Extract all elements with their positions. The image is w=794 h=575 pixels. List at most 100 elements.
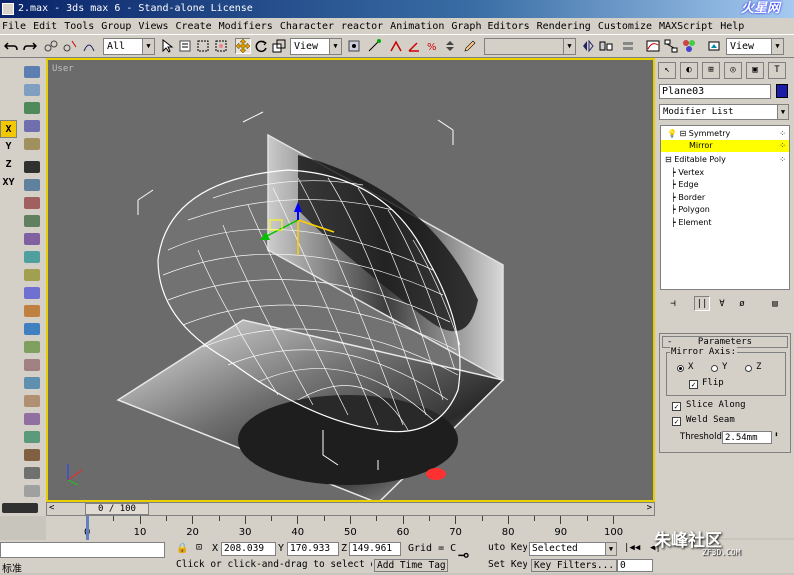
menu-tools[interactable]: Tools	[64, 21, 94, 32]
object-name-field[interactable]: Plane03	[659, 84, 771, 99]
uvw-map-icon[interactable]	[24, 341, 40, 353]
bind-space-warp-icon[interactable]	[81, 38, 97, 54]
named-selection-edit-icon[interactable]	[462, 38, 478, 54]
axis-y-radio[interactable]	[711, 365, 718, 372]
menu-views[interactable]: Views	[138, 21, 168, 32]
snap-toggle-icon[interactable]	[388, 38, 404, 54]
select-link-icon[interactable]	[43, 38, 59, 54]
select-and-manipulate-icon[interactable]	[366, 38, 382, 54]
select-by-name-icon[interactable]	[177, 38, 193, 54]
axis-x-radio[interactable]	[677, 365, 684, 372]
axis-z-radio[interactable]	[745, 365, 752, 372]
utilities-tab-icon[interactable]: T	[768, 62, 786, 79]
spinner-snap-icon[interactable]	[442, 38, 458, 54]
smooth-icon[interactable]	[24, 305, 40, 317]
flip-checkbox[interactable]: ✓	[689, 380, 698, 389]
modify-tab-icon[interactable]: ◐	[680, 62, 698, 79]
select-and-scale-icon[interactable]	[271, 38, 287, 54]
noise-icon[interactable]	[24, 251, 40, 263]
selection-filter-dropdown[interactable]: All ▼	[103, 38, 155, 55]
pivot-center-icon[interactable]	[346, 38, 362, 54]
time-slider-thumb[interactable]: 0 / 100	[85, 503, 149, 515]
layer-manager-icon[interactable]	[620, 38, 636, 54]
stretch-icon[interactable]	[24, 269, 40, 281]
create-cylinder-icon[interactable]	[24, 102, 40, 114]
menu-edit[interactable]: Edit	[33, 21, 57, 32]
render-type-dropdown[interactable]: View ▼	[726, 38, 784, 55]
lock-selection-icon[interactable]: 🔒	[176, 543, 188, 554]
axis-constraint-z[interactable]: Z	[0, 156, 17, 174]
edit-mesh-icon[interactable]	[24, 359, 40, 371]
object-color-swatch[interactable]	[776, 84, 788, 98]
viewport-layout-icon[interactable]	[24, 161, 40, 173]
modifier-toggle-icon[interactable]: ⁘	[779, 154, 786, 166]
perspective-viewport[interactable]: User	[46, 58, 655, 502]
hierarchy-tab-icon[interactable]: ⊞	[702, 62, 720, 79]
next-frame-icon[interactable]: >	[647, 503, 652, 513]
bend-icon[interactable]	[24, 197, 40, 209]
key-mode-icon[interactable]: ⊸	[458, 545, 469, 566]
align-icon[interactable]	[598, 38, 614, 54]
camera-icon[interactable]	[24, 449, 40, 461]
stack-item-vertex[interactable]: ┝ Vertex	[661, 167, 789, 179]
boolean-icon[interactable]	[24, 413, 40, 425]
redo-icon[interactable]	[22, 38, 38, 54]
select-and-move-icon[interactable]	[235, 38, 251, 54]
menu-graph-editors[interactable]: Graph Editors	[451, 21, 529, 32]
meshsmooth-icon[interactable]	[24, 323, 40, 335]
bevel-icon[interactable]	[24, 395, 40, 407]
current-frame-field[interactable]: 0	[617, 559, 653, 572]
stack-item-symmetry[interactable]: 💡 ⊟ Symmetry ⁘	[661, 128, 789, 140]
create-sphere-icon[interactable]	[24, 120, 40, 132]
expert-mode-icon[interactable]	[2, 503, 38, 513]
axis-constraint-xy[interactable]: XY	[0, 174, 17, 192]
material-editor-icon[interactable]	[681, 38, 697, 54]
slice-along-checkbox[interactable]: ✓	[672, 402, 681, 411]
helper-icon[interactable]	[24, 467, 40, 479]
rectangular-selection-icon[interactable]	[195, 38, 211, 54]
curve-editor-icon[interactable]	[645, 38, 661, 54]
create-box-icon[interactable]	[24, 84, 40, 96]
create-light-icon[interactable]	[24, 138, 40, 150]
extrude-icon[interactable]	[24, 377, 40, 389]
menu-group[interactable]: Group	[101, 21, 131, 32]
key-filter-selected-dropdown[interactable]: Selected ▼	[529, 542, 617, 556]
modifier-toggle-icon[interactable]: ⁘	[779, 128, 786, 140]
loft-icon[interactable]	[24, 431, 40, 443]
add-time-tag-button[interactable]: Add Time Tag	[374, 559, 448, 572]
set-key-button[interactable]: Set Key	[486, 559, 527, 572]
menu-create[interactable]: Create	[176, 21, 212, 32]
time-slider[interactable]: 0 / 100 < >	[46, 502, 655, 516]
motion-tab-icon[interactable]: ◎	[724, 62, 742, 79]
prev-frame-icon[interactable]: <	[49, 503, 54, 513]
modifier-stack[interactable]: 💡 ⊟ Symmetry ⁘ Mirror ⁘ ⊟ Editable Poly ⁘ ┝ Ve…	[660, 125, 790, 290]
schematic-view-icon[interactable]	[663, 38, 679, 54]
stack-item-element[interactable]: ┝ Element	[661, 217, 789, 229]
configure-modifier-sets-icon[interactable]: ▤	[767, 296, 783, 311]
track-bar[interactable]: 0102030405060708090100	[46, 516, 655, 540]
maxscript-listener[interactable]	[0, 542, 165, 558]
pin-stack-icon[interactable]: ⊣	[665, 296, 681, 311]
render-scene-icon[interactable]	[706, 38, 722, 54]
reference-coord-dropdown[interactable]: View ▼	[290, 38, 342, 55]
stack-item-mirror[interactable]: Mirror ⁘	[661, 140, 789, 152]
menu-character[interactable]: Character	[280, 21, 334, 32]
stack-item-polygon[interactable]: ┝ Polygon	[661, 204, 789, 216]
ffd-icon[interactable]	[24, 287, 40, 299]
threshold-input[interactable]: 2.54mm	[722, 431, 772, 444]
axis-constraint-x[interactable]: X	[0, 120, 17, 138]
menu-help[interactable]: Help	[720, 21, 744, 32]
show-end-result-icon[interactable]: ||	[694, 296, 710, 311]
percent-snap-icon[interactable]: %	[424, 38, 440, 54]
taper-icon[interactable]	[24, 215, 40, 227]
angle-snap-icon[interactable]	[406, 38, 422, 54]
stack-item-border[interactable]: ┝ Border	[661, 192, 789, 204]
twist-icon[interactable]	[24, 233, 40, 245]
menu-file[interactable]: File	[2, 21, 26, 32]
weld-seam-checkbox[interactable]: ✓	[672, 417, 681, 426]
window-crossing-icon[interactable]	[213, 38, 229, 54]
menu-animation[interactable]: Animation	[390, 21, 444, 32]
unlink-icon[interactable]	[62, 38, 78, 54]
axis-constraint-y[interactable]: Y	[0, 138, 17, 156]
z-coordinate-field[interactable]: 149.961	[349, 542, 401, 556]
